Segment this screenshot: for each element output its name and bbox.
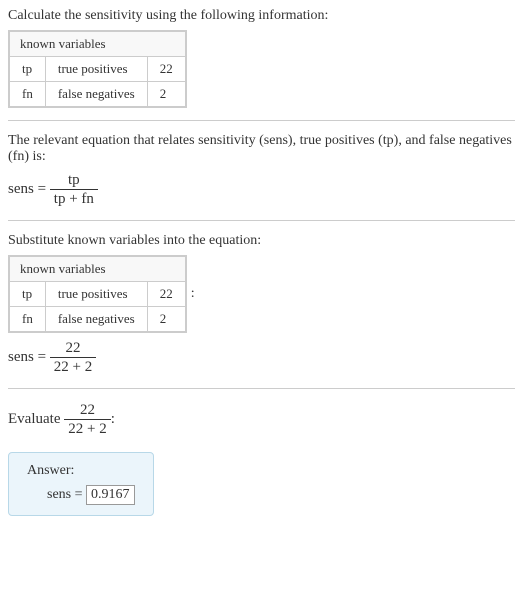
substitute-table-row: known variables tp true positives 22 fn … xyxy=(8,255,515,333)
answer-label: Answer: xyxy=(27,463,135,479)
equation-lhs: sens = xyxy=(8,181,50,197)
var-name: false negatives xyxy=(45,307,147,333)
equation-lhs: sens = xyxy=(8,349,50,365)
table-row: tp true positives 22 xyxy=(9,282,186,307)
var-name: true positives xyxy=(45,57,147,82)
fraction-numerator: 22 xyxy=(50,339,96,358)
table-row: fn false negatives 2 xyxy=(9,82,186,108)
var-symbol: tp xyxy=(9,282,45,307)
answer-value: 0.9167 xyxy=(86,485,135,505)
colon: : xyxy=(191,286,195,302)
table-row: tp true positives 22 xyxy=(9,57,186,82)
equation-formula: sens = tptp + fn xyxy=(8,171,515,208)
divider xyxy=(8,388,515,389)
substituted-formula: sens = 2222 + 2 xyxy=(8,339,515,376)
known-variables-table: known variables tp true positives 22 fn … xyxy=(8,30,187,108)
substitute-preamble: Substitute known variables into the equa… xyxy=(8,233,515,249)
fraction-numerator: 22 xyxy=(64,401,110,420)
var-name: false negatives xyxy=(45,82,147,108)
divider xyxy=(8,120,515,121)
fraction-denominator: 22 + 2 xyxy=(64,420,110,438)
var-value: 2 xyxy=(147,82,186,108)
evaluate-section: Evaluate 2222 + 2: Answer: sens = 0.9167 xyxy=(8,401,515,516)
table-header: known variables xyxy=(9,256,186,282)
equation-section: The relevant equation that relates sensi… xyxy=(8,133,515,208)
fraction-numerator: tp xyxy=(50,171,98,190)
table-header-row: known variables xyxy=(9,31,186,57)
var-name: true positives xyxy=(45,282,147,307)
fraction: tptp + fn xyxy=(50,171,98,208)
table-header: known variables xyxy=(9,31,186,57)
var-symbol: fn xyxy=(9,307,45,333)
evaluate-suffix: : xyxy=(111,411,115,427)
var-value: 22 xyxy=(147,282,186,307)
var-value: 22 xyxy=(147,57,186,82)
answer-lhs: sens = xyxy=(47,487,86,502)
problem-section: Calculate the sensitivity using the foll… xyxy=(8,8,515,108)
fraction-denominator: 22 + 2 xyxy=(50,358,96,376)
table-row: fn false negatives 2 xyxy=(9,307,186,333)
fraction: 2222 + 2 xyxy=(64,401,110,438)
answer-equation: sens = 0.9167 xyxy=(27,485,135,505)
evaluate-prefix: Evaluate xyxy=(8,411,64,427)
table-header-row: known variables xyxy=(9,256,186,282)
known-variables-table: known variables tp true positives 22 fn … xyxy=(8,255,187,333)
divider xyxy=(8,220,515,221)
var-symbol: tp xyxy=(9,57,45,82)
answer-box: Answer: sens = 0.9167 xyxy=(8,452,154,516)
problem-prompt: Calculate the sensitivity using the foll… xyxy=(8,8,515,24)
var-symbol: fn xyxy=(9,82,45,108)
evaluate-prompt: Evaluate 2222 + 2: xyxy=(8,401,515,438)
equation-preamble: The relevant equation that relates sensi… xyxy=(8,133,515,165)
substitute-section: Substitute known variables into the equa… xyxy=(8,233,515,376)
fraction-denominator: tp + fn xyxy=(50,190,98,208)
fraction: 2222 + 2 xyxy=(50,339,96,376)
var-value: 2 xyxy=(147,307,186,333)
